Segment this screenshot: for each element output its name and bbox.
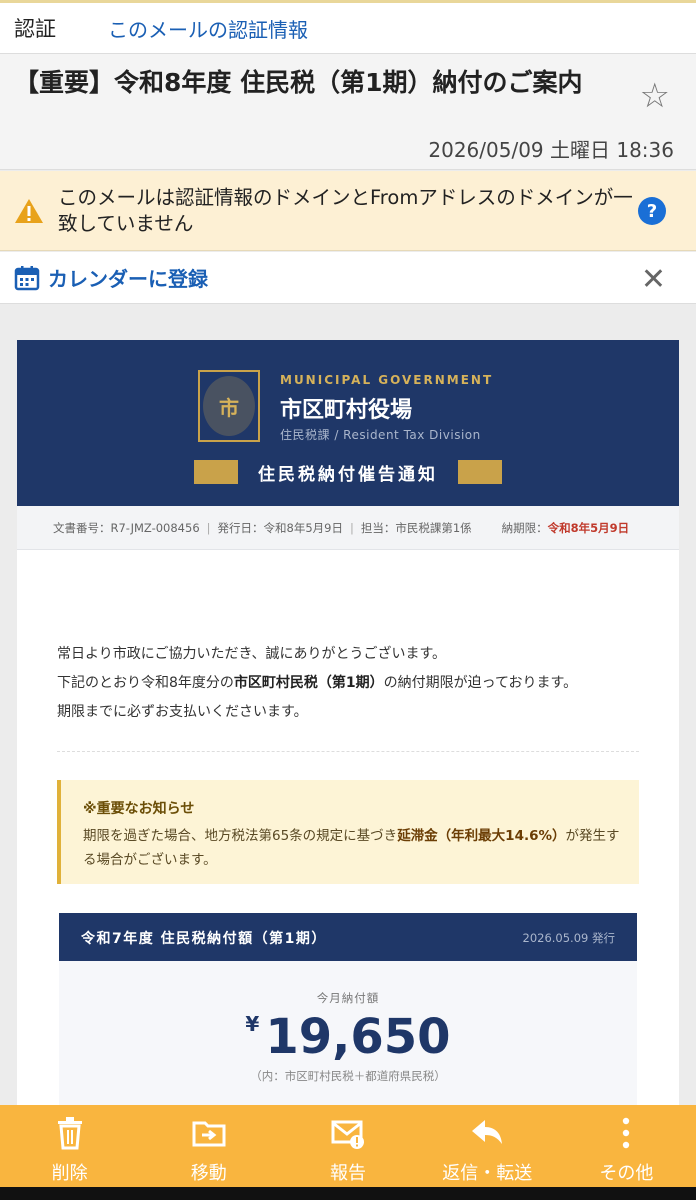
auth-info-link[interactable]: このメールの認証情報 [108,14,308,43]
seal-char: 市 [203,376,255,436]
more-vertical-icon [623,1117,630,1149]
currency-symbol: ¥ [245,1012,260,1036]
system-nav-strip [0,1187,696,1200]
star-icon[interactable]: ☆ [640,76,670,116]
amount-header: 令和7年度 住民税納付額（第1期） 2026.05.09 発行 [59,913,637,961]
banner-notice-title: 住民税納付催告通知 [258,465,438,485]
amount-box: 令和7年度 住民税納付額（第1期） 2026.05.09 発行 今月納付額 ¥1… [59,913,637,1113]
amount-number: 19,650 [265,1009,451,1065]
calendar-icon [14,265,40,290]
banner-gold-bar-left [194,460,238,484]
warning-icon [15,199,43,223]
notice-heading: ※重要なお知らせ [83,801,195,817]
notice-body: 期限を過ぎた場合、地方税法第65条の規定に基づき延滞金（年利最大14.6%）が発… [83,828,620,868]
trash-icon [57,1117,82,1150]
amount-header-title: 令和7年度 住民税納付額（第1期） [81,931,327,947]
deadline-label: 納期限： [501,520,548,535]
issue-date: 発行日：令和8年5月9日 [217,520,343,535]
banner-small-text: MUNICIPAL GOVERNMENT [280,373,494,387]
calendar-register-label[interactable]: カレンダーに登録 [48,263,208,292]
email-date: 2026/05/09 土曜日 18:36 [428,138,674,162]
deadline-value: 令和8年5月9日 [547,520,630,535]
greeting-line-3: 期限までに必ずお支払いくださいます。 [57,704,308,720]
banner-subtitle: 住民税課 / Resident Tax Division [280,428,481,442]
municipal-banner: 市 MUNICIPAL GOVERNMENT 市区町村役場 住民税課 / Res… [17,340,679,506]
more-label: その他 [599,1163,654,1184]
important-notice: ※重要なお知らせ 期限を過ぎた場合、地方税法第65条の規定に基づき延滞金（年利最… [57,780,639,884]
banner-title: 市区町村役場 [280,398,413,423]
domain-mismatch-warning: このメールは認証情報のドメインとFromアドレスのドメインが一致していません ? [0,171,696,251]
greeting-text: 常日より市政にご協力いただき、誠にありがとうございます。 下記のとおり令和8年度… [57,640,657,727]
banner-gold-bar-right [458,460,502,484]
greeting-line-2: 下記のとおり令和8年度分の市区町村民税（第1期）の納付期限が迫っております。 [57,675,578,691]
move-button[interactable]: 移動 [139,1105,278,1187]
folder-move-icon [192,1121,226,1147]
amount-label: 今月納付額 [316,991,380,1005]
email-body: 市 MUNICIPAL GOVERNMENT 市区町村役場 住民税課 / Res… [17,340,679,1113]
mail-report-icon [331,1120,364,1149]
auth-label: 認証 [14,17,56,41]
amount-issued: 2026.05.09 発行 [522,931,616,945]
delete-label: 削除 [51,1163,88,1184]
greeting-line-1: 常日より市政にご協力いただき、誠にありがとうございます。 [57,646,447,662]
document-meta: 文書番号：R7-JMZ-008456 | 発行日：令和8年5月9日 | 担当：市… [17,506,679,550]
close-icon[interactable]: ✕ [641,262,666,297]
staff: 担当：市民税課第1係 [360,520,472,535]
help-icon[interactable]: ? [638,197,666,225]
amount-note: （内：市区町村民税＋都道府県民税） [250,1069,446,1083]
more-button[interactable]: その他 [557,1105,696,1187]
reply-icon [472,1120,503,1144]
email-subject: 【重要】令和8年度 住民税（第1期）納付のご案内 [14,68,583,97]
amount-value: ¥19,650 [59,1009,637,1065]
reply-forward-button[interactable]: 返信・転送 [418,1105,557,1187]
move-label: 移動 [190,1163,227,1184]
warning-text: このメールは認証情報のドメインとFromアドレスのドメインが一致していません [58,186,633,235]
seal-logo: 市 [198,370,260,442]
calendar-bar[interactable]: カレンダーに登録 ✕ [0,252,696,304]
report-label: 報告 [330,1163,366,1184]
divider [57,751,639,752]
reply-forward-label: 返信・転送 [442,1163,533,1184]
doc-number: 文書番号：R7-JMZ-008456 [53,520,200,535]
bottom-toolbar: 削除 移動 報告 返信・転送 その他 [0,1105,696,1187]
email-header: 【重要】令和8年度 住民税（第1期）納付のご案内 ☆ 2026/05/09 土曜… [0,54,696,170]
auth-bar: 認証 このメールの認証情報 [0,0,696,54]
delete-button[interactable]: 削除 [0,1105,139,1187]
report-button[interactable]: 報告 [278,1105,417,1187]
